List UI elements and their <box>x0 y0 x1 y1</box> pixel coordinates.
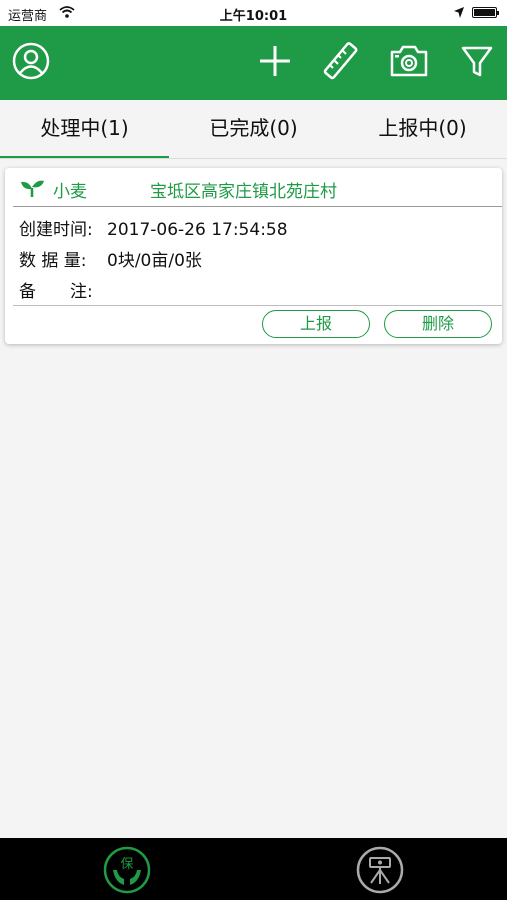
report-button[interactable]: 上报 <box>262 310 370 338</box>
status-tabs: 处理中(1) 已完成(0) 上报中(0) <box>0 100 507 159</box>
data-amount-label: 数 据 量: <box>19 251 87 271</box>
location-arrow-icon <box>454 7 464 18</box>
status-bar: 运营商 上午10:01 <box>0 0 507 26</box>
tabs-divider <box>0 158 507 159</box>
battery-icon <box>472 7 499 18</box>
plus-icon[interactable] <box>252 38 298 84</box>
ruler-icon[interactable] <box>318 38 364 84</box>
data-amount-row: 数 据 量: 0块/0亩/0张 <box>19 246 202 271</box>
bottom-tab-bar: 保 采 <box>0 838 507 900</box>
camera-icon[interactable] <box>386 38 432 84</box>
data-amount-value: 0块/0亩/0张 <box>107 251 202 271</box>
card-header: 小麦 宝坻区高家庄镇北苑庄村 <box>5 168 502 206</box>
top-toolbar <box>0 26 507 100</box>
tab-processing[interactable]: 处理中(1) <box>0 100 169 159</box>
protect-char: 保 <box>120 857 133 872</box>
delete-button[interactable]: 删除 <box>384 310 492 338</box>
tab-reporting[interactable]: 上报中(0) <box>338 100 507 158</box>
crop-name: 小麦 <box>53 182 87 202</box>
user-icon[interactable] <box>8 38 54 84</box>
collect-tripod-icon[interactable]: 采 <box>356 846 404 894</box>
created-time-label: 创建时间: <box>19 220 93 240</box>
card-divider-top <box>13 206 502 207</box>
location-name: 宝坻区高家庄镇北苑庄村 <box>150 182 337 202</box>
filter-icon[interactable] <box>454 38 500 84</box>
note-row: 备 注: <box>19 277 107 302</box>
clock: 上午10:01 <box>219 9 288 24</box>
task-card[interactable]: 小麦 宝坻区高家庄镇北苑庄村 创建时间: 2017-06-26 17:54:58 … <box>5 168 502 344</box>
protect-hands-icon[interactable]: 保 <box>103 846 151 894</box>
tab-completed[interactable]: 已完成(0) <box>169 100 338 158</box>
note-label: 备 注: <box>19 282 93 302</box>
seedling-icon <box>19 178 45 198</box>
card-divider-bottom <box>13 305 502 306</box>
created-time-row: 创建时间: 2017-06-26 17:54:58 <box>19 215 288 240</box>
created-time-value: 2017-06-26 17:54:58 <box>107 220 288 240</box>
